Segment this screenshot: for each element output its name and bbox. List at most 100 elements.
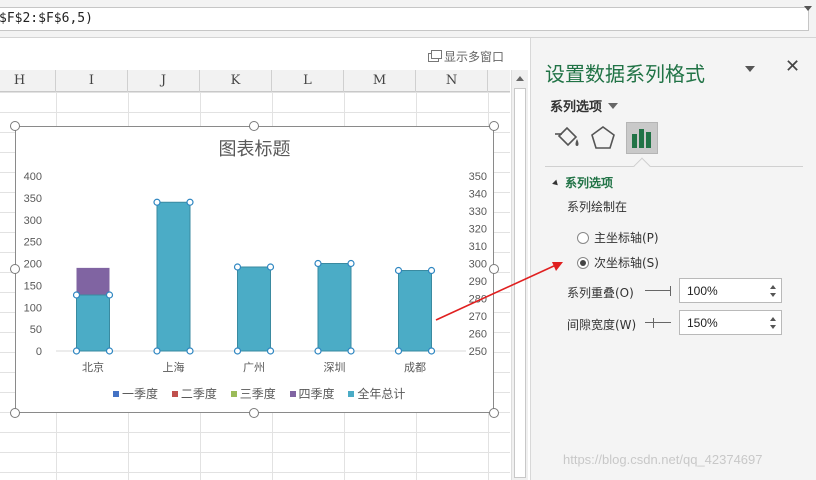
overlap-slider-icon[interactable] xyxy=(645,286,673,296)
radio-primary-axis[interactable]: 主坐标轴(P) xyxy=(577,229,659,246)
selection-point xyxy=(186,347,194,355)
tab-fill-line[interactable] xyxy=(551,122,583,154)
selection-point xyxy=(72,291,81,299)
legend-label: 全年总计 xyxy=(357,387,406,401)
series-overlap-input[interactable] xyxy=(680,279,760,302)
expand-triangle-icon xyxy=(552,179,560,188)
gap-width-spinner[interactable] xyxy=(679,310,782,335)
secondary-axis-tick-label: 320 xyxy=(469,224,487,236)
legend-item-total: 全年总计 xyxy=(348,385,405,402)
secondary-axis-tick-label: 300 xyxy=(469,259,487,271)
series-overlap-label: 系列重叠(O) xyxy=(567,286,634,300)
chart-object[interactable]: 图表标题 0 50 100 150 200 250 300 350 400 250 260 270 28… xyxy=(15,126,494,413)
legend-swatch xyxy=(113,391,119,397)
scroll-up-icon[interactable] xyxy=(516,76,524,81)
primary-axis-tick-label: 300 xyxy=(24,215,42,227)
gap-slider-icon[interactable] xyxy=(645,318,673,328)
column-header-n[interactable]: N xyxy=(416,70,488,92)
column-header-h[interactable]: H xyxy=(0,70,56,92)
primary-axis-tick-label: 150 xyxy=(24,280,42,292)
tab-effects[interactable] xyxy=(587,122,619,154)
watermark: https://blog.csdn.net/qq_42374697 xyxy=(563,452,763,467)
close-icon[interactable]: ✕ xyxy=(785,56,800,77)
chart-resize-handle[interactable] xyxy=(249,121,259,131)
chart-resize-handle[interactable] xyxy=(10,408,20,418)
secondary-axis-tick-label: 280 xyxy=(469,294,487,306)
scroll-thumb[interactable] xyxy=(514,88,526,478)
formula-expand-icon[interactable] xyxy=(804,6,812,11)
radio-button-selected[interactable] xyxy=(577,257,589,269)
selection-point xyxy=(233,263,242,271)
chart-resize-handle[interactable] xyxy=(489,121,499,131)
tab-pointer xyxy=(633,157,651,175)
series-options-dropdown-label: 系列选项 xyxy=(550,100,603,115)
category-tick-label: 上海 xyxy=(163,360,185,374)
chart-resize-handle[interactable] xyxy=(249,408,259,418)
column-header-m[interactable]: M xyxy=(344,70,416,92)
secondary-axis-tick-label: 340 xyxy=(469,189,487,201)
gap-width-label: 间隙宽度(W) xyxy=(567,318,637,332)
secondary-axis-tick-label: 350 xyxy=(469,171,487,183)
column-header-i[interactable]: I xyxy=(56,70,128,92)
category-tick-label: 北京 xyxy=(82,360,104,374)
secondary-axis-tick-label: 330 xyxy=(469,206,487,218)
secondary-axis-tick-label: 270 xyxy=(469,311,487,323)
bar-全年总计 xyxy=(76,294,110,352)
series-options-dropdown[interactable]: 系列选项 xyxy=(550,96,619,115)
show-multiwindow-label: 显示多窗口 xyxy=(444,50,505,64)
pane-options-chevron-down-icon[interactable] xyxy=(745,66,755,72)
spin-up-icon[interactable] xyxy=(770,317,776,321)
primary-axis-tick-label: 200 xyxy=(24,259,42,271)
secondary-axis-tick-label: 260 xyxy=(469,329,487,341)
selection-point xyxy=(314,347,322,355)
radio-secondary-axis[interactable]: 次坐标轴(S) xyxy=(577,254,659,271)
selection-point xyxy=(72,347,81,355)
legend-label: 四季度 xyxy=(298,387,335,401)
vertical-scrollbar[interactable] xyxy=(511,70,528,480)
series-overlap-spinner[interactable] xyxy=(679,278,782,303)
selection-point xyxy=(153,198,161,206)
selection-point xyxy=(153,347,161,355)
formula-bar: $F$2:$F$6,5) xyxy=(0,0,816,38)
selection-point xyxy=(347,259,355,268)
column-header-j[interactable]: J xyxy=(128,70,200,92)
selection-point xyxy=(314,259,322,268)
spin-down-icon[interactable] xyxy=(770,293,776,297)
tab-series-options[interactable] xyxy=(626,122,658,154)
pentagon-icon xyxy=(591,126,615,149)
selection-point xyxy=(347,347,355,355)
legend-swatch xyxy=(171,391,178,397)
bar-全年总计 xyxy=(317,263,352,352)
section-series-options[interactable]: 系列选项 xyxy=(552,174,614,191)
secondary-axis-tick-label: 250 xyxy=(469,346,487,358)
legend-item-q2: 二季度 xyxy=(171,385,217,402)
legend-item-q4: 四季度 xyxy=(289,385,335,402)
chart-resize-handle[interactable] xyxy=(489,408,499,418)
secondary-axis-tick-label: 290 xyxy=(469,276,487,288)
selection-point xyxy=(394,347,403,355)
chart-resize-handle[interactable] xyxy=(10,121,20,131)
legend-label: 三季度 xyxy=(239,387,276,401)
selection-point xyxy=(186,198,194,206)
bar-全年总计 xyxy=(156,201,191,352)
section-series-options-label: 系列选项 xyxy=(565,176,614,190)
column-header-l[interactable]: L xyxy=(272,70,344,92)
chart-resize-handle[interactable] xyxy=(10,264,20,274)
show-multiwindow-button[interactable]: 显示多窗口 xyxy=(428,48,504,65)
chart-legend[interactable]: 一季度 二季度 三季度 四季度 全年总计 xyxy=(113,385,415,402)
spin-down-icon[interactable] xyxy=(770,325,776,329)
gap-width-input[interactable] xyxy=(680,311,760,334)
radio-button[interactable] xyxy=(577,232,589,244)
legend-swatch xyxy=(230,391,237,397)
selection-point xyxy=(394,266,403,275)
chart-plot[interactable]: 0 50 100 150 200 250 300 350 400 250 260 270 280 290 3… xyxy=(16,127,495,414)
formula-input[interactable]: $F$2:$F$6,5) xyxy=(0,7,809,31)
legend-label: 一季度 xyxy=(122,387,159,401)
spin-up-icon[interactable] xyxy=(770,285,776,289)
column-header-k[interactable]: K xyxy=(200,70,272,92)
chart-resize-handle[interactable] xyxy=(489,264,499,274)
bar-chart-icon xyxy=(632,129,651,148)
legend-swatch xyxy=(289,391,296,397)
plot-series-on-label: 系列绘制在 xyxy=(567,200,628,214)
legend-label: 二季度 xyxy=(180,387,217,401)
